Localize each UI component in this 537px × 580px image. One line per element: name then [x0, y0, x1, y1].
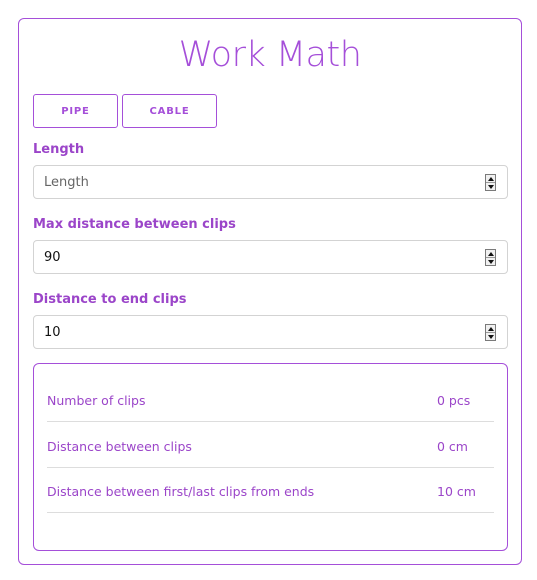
page-title: Work Math [178, 35, 362, 75]
results-panel: Number of clips 0 pcs Distance between c… [33, 363, 508, 551]
result-value: 0 cm [437, 439, 468, 454]
work-math-card: Work Math PIPE CABLE Length Length Max d… [18, 18, 522, 565]
decrement-icon[interactable] [486, 332, 495, 340]
max-distance-value: 90 [44, 249, 61, 265]
result-value: 10 cm [437, 484, 476, 499]
result-value: 0 pcs [437, 393, 471, 408]
decrement-icon[interactable] [486, 182, 495, 190]
max-distance-input[interactable]: 90 [33, 240, 508, 274]
result-label: Distance between first/last clips from e… [47, 484, 315, 499]
length-input[interactable]: Length [33, 165, 508, 199]
max-distance-label: Max distance between clips [33, 217, 236, 232]
result-label: Distance between clips [47, 439, 192, 454]
tab-pipe[interactable]: PIPE [33, 94, 118, 128]
result-row: Distance between clips 0 cm [47, 423, 494, 468]
end-distance-label: Distance to end clips [33, 292, 187, 307]
end-distance-value: 10 [44, 324, 61, 340]
decrement-icon[interactable] [486, 257, 495, 265]
length-stepper[interactable] [485, 174, 496, 191]
result-label: Number of clips [47, 393, 146, 408]
length-label: Length [33, 142, 85, 157]
max-distance-stepper[interactable] [485, 249, 496, 266]
end-distance-input[interactable]: 10 [33, 315, 508, 349]
increment-icon[interactable] [486, 250, 495, 257]
length-placeholder: Length [44, 174, 89, 190]
end-distance-stepper[interactable] [485, 324, 496, 341]
increment-icon[interactable] [486, 325, 495, 332]
tab-cable[interactable]: CABLE [122, 94, 217, 128]
result-row: Distance between first/last clips from e… [47, 468, 494, 513]
increment-icon[interactable] [486, 175, 495, 182]
result-row: Number of clips 0 pcs [47, 377, 494, 422]
